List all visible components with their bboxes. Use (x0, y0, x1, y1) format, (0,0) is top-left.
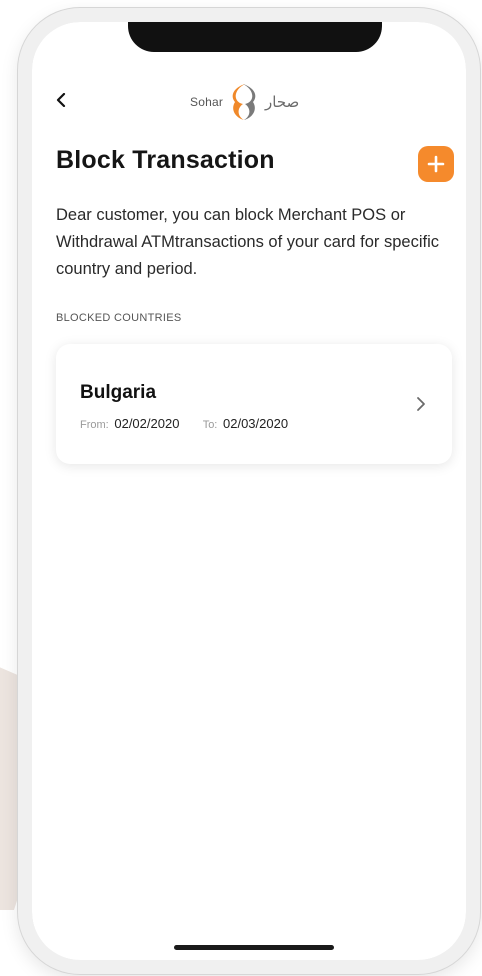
page-description: Dear customer, you can block Merchant PO… (56, 206, 439, 278)
home-indicator[interactable] (174, 945, 334, 950)
plus-icon (427, 155, 445, 173)
add-blocked-country-button[interactable] (418, 146, 454, 182)
chevron-left-icon (56, 93, 66, 107)
phone-frame: Sohar صحار Block Transaction Dear custom… (18, 8, 480, 974)
sohar-logo-mark-icon (232, 84, 256, 120)
blocked-country-card[interactable]: Bulgaria From: 02/02/2020 To: 02/03/2020 (56, 344, 452, 464)
logo-text-ar: صحار (265, 93, 300, 111)
from-date: 02/02/2020 (114, 416, 180, 431)
country-name: Bulgaria (80, 382, 157, 403)
block-period: From: 02/02/2020 To: 02/03/2020 (80, 416, 288, 431)
device-notch (128, 22, 382, 52)
section-label-blocked-countries: BLOCKED COUNTRIES (56, 312, 182, 324)
back-button[interactable] (50, 88, 74, 112)
from-label: From: (80, 419, 109, 431)
page-title: Block Transaction (56, 146, 275, 174)
logo-text-en: Sohar (190, 95, 224, 109)
stage: Sohar صحار Block Transaction Dear custom… (0, 0, 482, 976)
app-screen: Sohar صحار Block Transaction Dear custom… (32, 22, 466, 960)
chevron-right-icon (417, 397, 425, 411)
to-label: To: (202, 419, 218, 431)
to-date: 02/03/2020 (223, 416, 289, 431)
sohar-logo: Sohar صحار (190, 80, 320, 124)
